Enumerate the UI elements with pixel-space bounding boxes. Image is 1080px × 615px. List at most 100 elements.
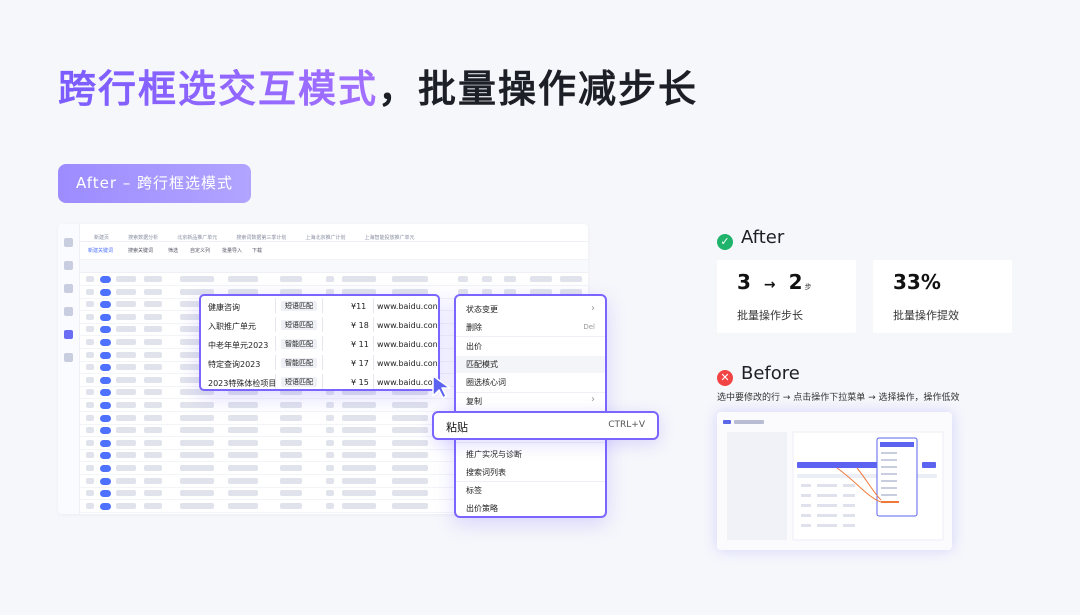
menu-item-search-terms[interactable]: 搜索词列表 bbox=[466, 467, 506, 478]
row-toggle[interactable] bbox=[100, 313, 111, 321]
steps-label: 批量操作步长 bbox=[737, 309, 803, 322]
table-cell bbox=[86, 339, 94, 345]
table-cell bbox=[86, 288, 94, 295]
row-toggle[interactable] bbox=[100, 288, 111, 296]
table-cell bbox=[530, 276, 552, 282]
table-cell bbox=[86, 502, 94, 509]
table-cell bbox=[326, 502, 334, 509]
table-cell bbox=[228, 402, 258, 408]
selection-name: 特定查询2023 bbox=[208, 360, 261, 369]
row-toggle[interactable] bbox=[100, 389, 111, 397]
selection-price: ¥ 18 bbox=[351, 321, 369, 330]
row-toggle[interactable] bbox=[100, 326, 111, 334]
row-toggle[interactable] bbox=[100, 351, 111, 359]
table-cell bbox=[392, 452, 428, 459]
row-toggle[interactable] bbox=[100, 364, 111, 372]
table-cell bbox=[86, 477, 94, 484]
table-cell bbox=[180, 502, 214, 509]
row-toggle[interactable] bbox=[100, 376, 111, 384]
table-cell bbox=[228, 439, 258, 446]
selection-url: www.baidu.con bbox=[377, 302, 438, 311]
rail-tools-icon[interactable] bbox=[64, 307, 73, 316]
row-toggle[interactable] bbox=[100, 465, 111, 472]
add-keyword-button[interactable]: 新建关键词 bbox=[88, 247, 113, 254]
table-cell bbox=[144, 389, 162, 396]
menu-item-match-mode[interactable]: 匹配模式 bbox=[456, 356, 605, 373]
menu-item-copy[interactable]: 复制 bbox=[466, 396, 482, 407]
table-cell bbox=[116, 301, 136, 308]
rail-settings-icon[interactable] bbox=[64, 353, 73, 362]
table-cell bbox=[144, 288, 162, 295]
table-row[interactable] bbox=[80, 273, 588, 286]
row-toggle[interactable] bbox=[100, 490, 111, 498]
table-cell bbox=[86, 465, 94, 471]
row-toggle[interactable] bbox=[100, 452, 111, 460]
table-cell bbox=[86, 402, 94, 408]
table-cell bbox=[116, 351, 136, 358]
table-cell bbox=[180, 490, 214, 497]
table-cell bbox=[144, 313, 162, 320]
table-cell bbox=[392, 502, 428, 509]
menu-item-bid[interactable]: 出价 bbox=[466, 341, 482, 352]
table-cell bbox=[86, 313, 94, 320]
table-cell bbox=[86, 439, 94, 446]
row-toggle[interactable] bbox=[100, 477, 111, 485]
menu-item-tags[interactable]: 标签 bbox=[466, 485, 482, 496]
table-cell bbox=[392, 490, 428, 497]
table-cell bbox=[116, 477, 136, 484]
menu-item-bid-strategy[interactable]: 出价策略 bbox=[466, 503, 498, 514]
table-cell bbox=[180, 452, 214, 459]
rail-home-icon[interactable] bbox=[64, 238, 73, 247]
table-cell bbox=[326, 490, 334, 497]
row-toggle[interactable] bbox=[100, 402, 111, 409]
selection-row[interactable]: 健康咨询 短语匹配 ¥11 www.baidu.con bbox=[201, 296, 438, 315]
row-toggle[interactable] bbox=[100, 502, 111, 510]
table-cell bbox=[280, 439, 302, 446]
efficiency-value: 33% bbox=[893, 270, 941, 294]
row-toggle[interactable] bbox=[100, 439, 111, 447]
table-cell bbox=[144, 351, 162, 358]
search-keyword-button[interactable]: 搜索关键词 bbox=[128, 247, 153, 254]
menu-item-diagnosis[interactable]: 推广实况与诊断 bbox=[466, 449, 522, 460]
table-cell bbox=[116, 452, 136, 459]
table-cell bbox=[116, 389, 136, 396]
menu-item-core-words[interactable]: 圈选核心词 bbox=[466, 377, 506, 388]
selection-row[interactable]: 中老年单元2023 智能匹配 ¥ 11 www.baidu.con bbox=[201, 334, 438, 353]
table-cell bbox=[326, 414, 334, 421]
selection-row[interactable]: 2023特殊体检项目 短语匹配 ¥ 15 www.baidu.con bbox=[201, 372, 438, 391]
rail-report-icon[interactable] bbox=[64, 284, 73, 293]
filter-button[interactable]: 筛选 bbox=[168, 247, 178, 254]
row-toggle[interactable] bbox=[100, 276, 111, 283]
before-description: 选中要修改的行 → 点击操作下拉菜单 → 选择操作，操作低效 bbox=[717, 393, 960, 403]
table-cell bbox=[116, 288, 136, 295]
table-cell bbox=[504, 276, 516, 282]
efficiency-card: 33% 批量操作提效 bbox=[873, 260, 1012, 333]
rail-keyword-icon[interactable] bbox=[64, 330, 73, 339]
table-cell bbox=[180, 439, 214, 446]
after-mode-tag: After – 跨行框选模式 bbox=[58, 164, 251, 203]
selection-row[interactable]: 入职推广单元 短语匹配 ¥ 18 www.baidu.con bbox=[201, 315, 438, 334]
table-cell bbox=[144, 402, 162, 408]
rail-plan-icon[interactable] bbox=[64, 261, 73, 270]
row-toggle[interactable] bbox=[100, 414, 111, 422]
batch-import-button[interactable]: 批量导入 bbox=[222, 247, 242, 254]
selection-row[interactable]: 特定查询2023 智能匹配 ¥ 17 www.baidu.con bbox=[201, 353, 438, 372]
delete-shortcut: Del bbox=[583, 323, 595, 331]
selection-match: 智能匹配 bbox=[281, 358, 317, 368]
cross-row-selection[interactable]: 健康咨询 短语匹配 ¥11 www.baidu.con 入职推广单元 短语匹配 … bbox=[199, 294, 440, 391]
table-cell bbox=[86, 414, 94, 421]
download-button[interactable]: 下载 bbox=[252, 247, 262, 254]
menu-item-delete[interactable]: 删除 bbox=[466, 322, 482, 333]
table-cell bbox=[326, 402, 334, 408]
paste-shortcut: CTRL+V bbox=[608, 420, 645, 430]
paste-menu-item[interactable]: 粘贴 CTRL+V bbox=[432, 411, 659, 440]
row-toggle[interactable] bbox=[100, 339, 111, 346]
table-cell bbox=[144, 301, 162, 308]
row-toggle[interactable] bbox=[100, 301, 111, 309]
menu-item-status[interactable]: 状态变更 bbox=[466, 304, 498, 315]
selection-price: ¥11 bbox=[351, 302, 367, 311]
custom-columns-button[interactable]: 自定义列 bbox=[190, 247, 210, 254]
table-cell bbox=[342, 402, 376, 408]
row-toggle[interactable] bbox=[100, 427, 111, 435]
table-cell bbox=[342, 490, 376, 497]
